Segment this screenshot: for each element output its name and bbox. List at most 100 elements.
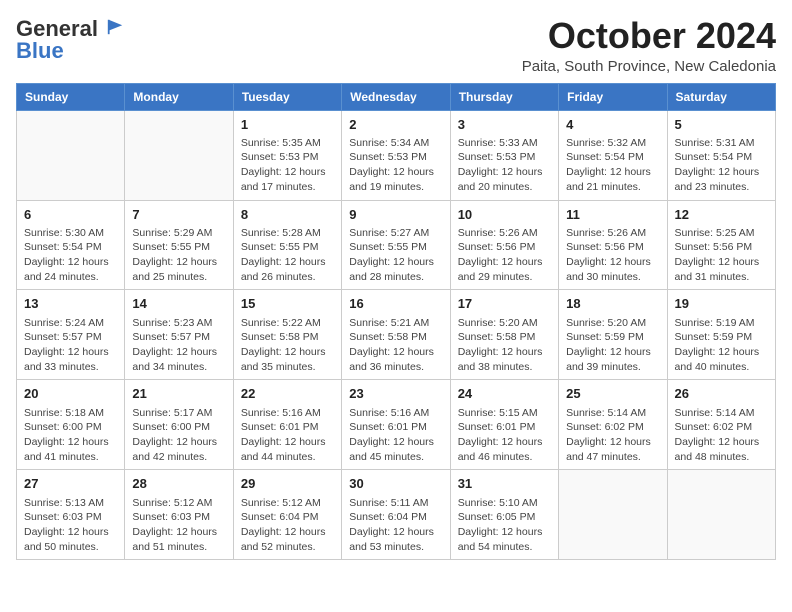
day-info: Sunrise: 5:26 AM Sunset: 5:56 PM Dayligh… (458, 226, 551, 285)
calendar-cell: 7 Sunrise: 5:29 AM Sunset: 5:55 PM Daylig… (125, 200, 233, 290)
day-info: Sunrise: 5:20 AM Sunset: 5:59 PM Dayligh… (566, 316, 659, 375)
day-info: Sunrise: 5:21 AM Sunset: 5:58 PM Dayligh… (349, 316, 442, 375)
day-number: 17 (458, 295, 551, 313)
calendar-cell: 12 Sunrise: 5:25 AM Sunset: 5:56 PM Dayli… (667, 200, 775, 290)
calendar-cell: 3 Sunrise: 5:33 AM Sunset: 5:53 PM Daylig… (450, 110, 558, 200)
day-number: 11 (566, 206, 659, 224)
calendar-cell: 10 Sunrise: 5:26 AM Sunset: 5:56 PM Dayli… (450, 200, 558, 290)
weekday-header-row: SundayMondayTuesdayWednesdayThursdayFrid… (17, 83, 776, 110)
calendar-cell: 15 Sunrise: 5:22 AM Sunset: 5:58 PM Dayli… (233, 290, 341, 380)
weekday-header-thursday: Thursday (450, 83, 558, 110)
day-info: Sunrise: 5:28 AM Sunset: 5:55 PM Dayligh… (241, 226, 334, 285)
calendar-cell: 16 Sunrise: 5:21 AM Sunset: 5:58 PM Dayli… (342, 290, 450, 380)
weekday-header-monday: Monday (125, 83, 233, 110)
calendar-table: SundayMondayTuesdayWednesdayThursdayFrid… (16, 83, 776, 561)
weekday-header-saturday: Saturday (667, 83, 775, 110)
day-info: Sunrise: 5:34 AM Sunset: 5:53 PM Dayligh… (349, 136, 442, 195)
title-block: October 2024 Paita, South Province, New … (522, 16, 776, 75)
day-number: 21 (132, 385, 225, 403)
day-info: Sunrise: 5:15 AM Sunset: 6:01 PM Dayligh… (458, 406, 551, 465)
day-info: Sunrise: 5:11 AM Sunset: 6:04 PM Dayligh… (349, 496, 442, 555)
day-info: Sunrise: 5:16 AM Sunset: 6:01 PM Dayligh… (349, 406, 442, 465)
calendar-cell: 20 Sunrise: 5:18 AM Sunset: 6:00 PM Dayli… (17, 380, 125, 470)
month-title: October 2024 (522, 16, 776, 56)
calendar-cell: 24 Sunrise: 5:15 AM Sunset: 6:01 PM Dayli… (450, 380, 558, 470)
day-info: Sunrise: 5:10 AM Sunset: 6:05 PM Dayligh… (458, 496, 551, 555)
day-number: 7 (132, 206, 225, 224)
calendar-cell: 30Sunrise: 5:11 AM Sunset: 6:04 PM Dayli… (342, 470, 450, 560)
day-number: 9 (349, 206, 442, 224)
day-info: Sunrise: 5:14 AM Sunset: 6:02 PM Dayligh… (675, 406, 768, 465)
day-info: Sunrise: 5:31 AM Sunset: 5:54 PM Dayligh… (675, 136, 768, 195)
day-info: Sunrise: 5:27 AM Sunset: 5:55 PM Dayligh… (349, 226, 442, 285)
day-info: Sunrise: 5:13 AM Sunset: 6:03 PM Dayligh… (24, 496, 117, 555)
calendar-cell (125, 110, 233, 200)
day-info: Sunrise: 5:22 AM Sunset: 5:58 PM Dayligh… (241, 316, 334, 375)
day-number: 18 (566, 295, 659, 313)
calendar-cell: 14 Sunrise: 5:23 AM Sunset: 5:57 PM Dayli… (125, 290, 233, 380)
calendar-cell: 18 Sunrise: 5:20 AM Sunset: 5:59 PM Dayli… (559, 290, 667, 380)
weekday-header-friday: Friday (559, 83, 667, 110)
day-info: Sunrise: 5:19 AM Sunset: 5:59 PM Dayligh… (675, 316, 768, 375)
logo: General Blue (16, 16, 124, 64)
calendar-cell: 28Sunrise: 5:12 AM Sunset: 6:03 PM Dayli… (125, 470, 233, 560)
calendar-cell: 9 Sunrise: 5:27 AM Sunset: 5:55 PM Daylig… (342, 200, 450, 290)
day-info: Sunrise: 5:32 AM Sunset: 5:54 PM Dayligh… (566, 136, 659, 195)
calendar-cell: 1 Sunrise: 5:35 AM Sunset: 5:53 PM Daylig… (233, 110, 341, 200)
calendar-cell: 6Sunrise: 5:30 AM Sunset: 5:54 PM Daylig… (17, 200, 125, 290)
day-number: 23 (349, 385, 442, 403)
day-info: Sunrise: 5:18 AM Sunset: 6:00 PM Dayligh… (24, 406, 117, 465)
day-number: 3 (458, 116, 551, 134)
day-info: Sunrise: 5:12 AM Sunset: 6:04 PM Dayligh… (241, 496, 334, 555)
day-number: 27 (24, 475, 117, 493)
calendar-cell: 13Sunrise: 5:24 AM Sunset: 5:57 PM Dayli… (17, 290, 125, 380)
day-number: 1 (241, 116, 334, 134)
calendar-cell: 2Sunrise: 5:34 AM Sunset: 5:53 PM Daylig… (342, 110, 450, 200)
day-info: Sunrise: 5:23 AM Sunset: 5:57 PM Dayligh… (132, 316, 225, 375)
calendar-cell (667, 470, 775, 560)
day-number: 15 (241, 295, 334, 313)
day-info: Sunrise: 5:26 AM Sunset: 5:56 PM Dayligh… (566, 226, 659, 285)
day-info: Sunrise: 5:29 AM Sunset: 5:55 PM Dayligh… (132, 226, 225, 285)
day-number: 16 (349, 295, 442, 313)
calendar-week-row: 13Sunrise: 5:24 AM Sunset: 5:57 PM Dayli… (17, 290, 776, 380)
calendar-cell: 19Sunrise: 5:19 AM Sunset: 5:59 PM Dayli… (667, 290, 775, 380)
calendar-cell: 29 Sunrise: 5:12 AM Sunset: 6:04 PM Dayli… (233, 470, 341, 560)
page-header: General Blue October 2024 Paita, South P… (16, 16, 776, 75)
day-number: 24 (458, 385, 551, 403)
day-info: Sunrise: 5:33 AM Sunset: 5:53 PM Dayligh… (458, 136, 551, 195)
calendar-cell: 11 Sunrise: 5:26 AM Sunset: 5:56 PM Dayli… (559, 200, 667, 290)
calendar-cell (559, 470, 667, 560)
day-number: 20 (24, 385, 117, 403)
calendar-week-row: 1 Sunrise: 5:35 AM Sunset: 5:53 PM Daylig… (17, 110, 776, 200)
calendar-cell: 5 Sunrise: 5:31 AM Sunset: 5:54 PM Daylig… (667, 110, 775, 200)
calendar-week-row: 20 Sunrise: 5:18 AM Sunset: 6:00 PM Dayli… (17, 380, 776, 470)
calendar-cell: 26 Sunrise: 5:14 AM Sunset: 6:02 PM Dayli… (667, 380, 775, 470)
day-info: Sunrise: 5:14 AM Sunset: 6:02 PM Dayligh… (566, 406, 659, 465)
day-info: Sunrise: 5:16 AM Sunset: 6:01 PM Dayligh… (241, 406, 334, 465)
calendar-cell: 4 Sunrise: 5:32 AM Sunset: 5:54 PM Daylig… (559, 110, 667, 200)
calendar-week-row: 6Sunrise: 5:30 AM Sunset: 5:54 PM Daylig… (17, 200, 776, 290)
day-info: Sunrise: 5:25 AM Sunset: 5:56 PM Dayligh… (675, 226, 768, 285)
day-info: Sunrise: 5:20 AM Sunset: 5:58 PM Dayligh… (458, 316, 551, 375)
day-number: 5 (675, 116, 768, 134)
day-info: Sunrise: 5:17 AM Sunset: 6:00 PM Dayligh… (132, 406, 225, 465)
day-number: 29 (241, 475, 334, 493)
day-number: 12 (675, 206, 768, 224)
day-number: 14 (132, 295, 225, 313)
day-number: 31 (458, 475, 551, 493)
logo-blue-text: Blue (16, 38, 64, 64)
day-number: 13 (24, 295, 117, 313)
day-number: 8 (241, 206, 334, 224)
day-number: 10 (458, 206, 551, 224)
logo-flag-icon (106, 18, 124, 36)
calendar-cell: 22Sunrise: 5:16 AM Sunset: 6:01 PM Dayli… (233, 380, 341, 470)
calendar-week-row: 27 Sunrise: 5:13 AM Sunset: 6:03 PM Dayli… (17, 470, 776, 560)
day-number: 6 (24, 206, 117, 224)
day-number: 26 (675, 385, 768, 403)
day-number: 4 (566, 116, 659, 134)
day-info: Sunrise: 5:12 AM Sunset: 6:03 PM Dayligh… (132, 496, 225, 555)
weekday-header-wednesday: Wednesday (342, 83, 450, 110)
day-info: Sunrise: 5:35 AM Sunset: 5:53 PM Dayligh… (241, 136, 334, 195)
calendar-cell: 23 Sunrise: 5:16 AM Sunset: 6:01 PM Dayli… (342, 380, 450, 470)
